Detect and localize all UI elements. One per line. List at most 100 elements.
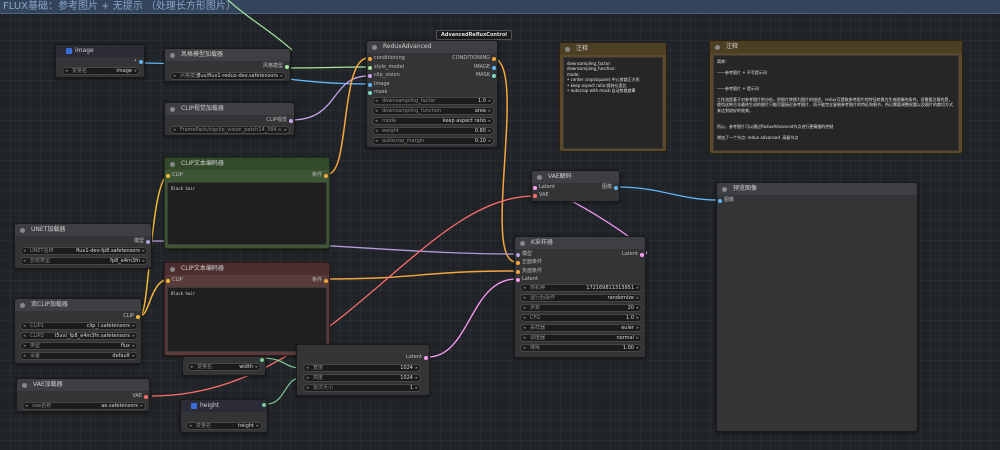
redux-input-style-model[interactable]: style_model (367, 64, 404, 71)
note-node-description[interactable]: 注释 简称： ——参考图片 + 不写提示词 ——参考图片 + 提示词 工作流是基… (709, 40, 963, 154)
vae-decode-input-vae[interactable]: VAE (532, 192, 549, 199)
clip-neg-output-conditioning[interactable]: 条件 (312, 277, 329, 284)
collapse-dot-icon[interactable] (372, 45, 377, 50)
latent-batch-widget[interactable]: ◂ 批次大小 1 ▸ (303, 384, 421, 392)
vae-output-slot[interactable]: VAE (132, 393, 149, 400)
ksampler-output-latent[interactable]: Latent (622, 251, 645, 258)
unet-header[interactable]: UNET加载器 (15, 224, 151, 236)
image-output-slot[interactable]: • (134, 58, 144, 65)
collapse-dot-icon[interactable] (170, 107, 175, 112)
ksampler-input-positive[interactable]: 正面条件 (515, 259, 542, 266)
redux-widget-downsampling-factor[interactable]: ◂ downsampling_factor 1.0 ▸ (372, 97, 494, 105)
clip-neg-input-clip[interactable]: CLIP (165, 277, 183, 284)
dualclip-type-widget[interactable]: ◂ 类型 flux ▸ (20, 342, 138, 350)
node-canvas[interactable]: FLUX基础：参考图片 + 无提示 （处理长方形图片） image • ◂ 变量… (0, 0, 1000, 450)
collapse-dot-icon[interactable] (170, 53, 175, 58)
clip-text-encode-negative-node[interactable]: CLIP文本编码器 CLIP 条件 Black hair (164, 262, 330, 356)
note2-textarea[interactable]: 简称： ——参考图片 + 不写提示词 ——参考图片 + 提示词 工作流是基于对参… (713, 55, 959, 151)
redux-widget-autocrop-margin[interactable]: ◂ autocrop_margin 0.10 ▸ (372, 137, 494, 145)
redux-input-image[interactable]: image (367, 81, 390, 88)
unet-dtype-widget[interactable]: ◂ 剪枝类型 fp8_e4m3fn ▸ (20, 257, 148, 265)
collapse-dot-icon[interactable] (20, 228, 25, 233)
unet-loader-node[interactable]: UNET加载器 模型 ◂ UNET名称 flux1-dev-fp8.safetens… (14, 223, 152, 269)
unet-output-model[interactable]: 模型 (134, 238, 151, 245)
latent-width-widget[interactable]: ◂ 宽度 1024 ▸ (303, 364, 421, 372)
style-loader-header[interactable]: 风格模型加载器 (165, 49, 290, 61)
note-node-modes[interactable]: 注释 downsampling_factor: downsampling_fun… (559, 42, 667, 152)
dualclip-clip2-widget[interactable]: ◂ CLIP2 t5xxl_fp8_e4m3fn.safetensors ▸ (20, 332, 138, 340)
redux-input-mask[interactable]: mask (367, 89, 387, 96)
width-variable-widget[interactable]: ◂ 变量名 width ▸ (187, 363, 261, 371)
collapse-dot-icon[interactable] (170, 162, 175, 167)
style-model-widget[interactable]: ◂ 风格模型 flux/flux1-redux-dev.safetensors … (170, 72, 286, 80)
redux-output-mask[interactable]: MASK (476, 72, 497, 79)
redux-widget-downsampling-function[interactable]: ◂ downsampling_function area ▸ (372, 107, 494, 115)
preview-header[interactable]: 预览图像 (717, 183, 917, 195)
height-node-header[interactable]: height (181, 400, 267, 412)
vae-decode-input-latent[interactable]: Latent (532, 184, 555, 191)
collapse-dot-icon[interactable] (722, 187, 727, 192)
redux-header[interactable]: ReduxAdvanced (367, 41, 497, 53)
ksampler-input-negative[interactable]: 负面条件 (515, 268, 542, 275)
redux-input-clip-vision[interactable]: clip_vision (367, 72, 400, 79)
dualclip-device-widget[interactable]: ◂ 设备 default ▸ (20, 352, 138, 360)
collapse-dot-icon[interactable] (20, 303, 25, 308)
latent-height-widget[interactable]: ◂ 高度 1024 ▸ (303, 374, 421, 382)
clip-text-encode-positive-node[interactable]: CLIP文本编码器 CLIP 条件 Black hair (164, 157, 330, 249)
dual-clip-loader-node[interactable]: 双CLIP加载器 CLIP ◂ CLIP1 clip_l.safetensors ▸ … (14, 298, 142, 364)
image-node-header[interactable]: image (56, 45, 144, 57)
clipvision-model-widget[interactable]: ◂ FramePack/sigclip_vision_patch14_384.s… (170, 126, 290, 134)
ksampler-input-latent[interactable]: Latent (515, 276, 538, 283)
image-get-node[interactable]: image • ◂ 变量名 image ▸ (55, 44, 145, 78)
ksampler-header[interactable]: K采样器 (515, 237, 645, 249)
dualclip-clip1-widget[interactable]: ◂ CLIP1 clip_l.safetensors ▸ (20, 322, 138, 330)
ksampler-node[interactable]: K采样器 模型 正面条件 负面条件 Latent Latent ◂ 随机种 1721… (514, 236, 646, 358)
redux-advanced-node[interactable]: ReduxAdvanced conditioning style_model c… (366, 40, 498, 148)
clip-neg-header[interactable]: CLIP文本编码器 (165, 263, 329, 275)
clip-pos-prompt-textarea[interactable]: Black hair (167, 182, 327, 245)
collapse-dot-icon[interactable] (715, 45, 720, 50)
redux-output-image[interactable]: IMAGE (474, 64, 497, 71)
dualclip-output-clip[interactable]: CLIP (123, 313, 141, 320)
ksampler-scheduler-widget[interactable]: ◂ 调度器 normal ▸ (520, 334, 642, 342)
style-model-loader-node[interactable]: 风格模型加载器 风格模型 ◂ 风格模型 flux/flux1-redux-dev… (164, 48, 291, 82)
redux-widget-weight[interactable]: ◂ weight 0.80 ▸ (372, 127, 494, 135)
vae-name-widget[interactable]: ◂ vae名称 ae.safetensors ▸ (22, 402, 146, 410)
redux-widget-mode[interactable]: ◂ mode keep aspect ratio ▸ (372, 117, 494, 125)
height-variable-widget[interactable]: ◂ 变量名 height ▸ (186, 422, 262, 430)
vae-decode-output-image[interactable]: 图像 (602, 184, 619, 191)
redux-output-conditioning[interactable]: CONDITIONING (452, 55, 497, 62)
note2-header[interactable]: 注释 (710, 41, 962, 53)
ksampler-steps-widget[interactable]: ◂ 步数 20 ▸ (520, 304, 642, 312)
ksampler-control-widget[interactable]: ◂ 运行后操作 randomize ▸ (520, 294, 642, 302)
width-get-node[interactable]: ◂ 变量名 width ▸ (182, 356, 266, 376)
clipvision-header[interactable]: CLIP视觉加载器 (165, 103, 294, 115)
clip-pos-header[interactable]: CLIP文本编码器 (165, 158, 329, 170)
dualclip-header[interactable]: 双CLIP加载器 (15, 299, 141, 311)
ksampler-input-model[interactable]: 模型 (515, 251, 532, 258)
clip-pos-output-conditioning[interactable]: 条件 (312, 172, 329, 179)
height-get-node[interactable]: height ◂ 变量名 height ▸ (180, 399, 268, 433)
unet-name-widget[interactable]: ◂ UNET名称 flux1-dev-fp8.safetensors ▸ (20, 247, 148, 255)
ksampler-seed-widget[interactable]: ◂ 随机种 172169811313951 ▸ (520, 284, 642, 292)
vae-decode-node[interactable]: VAE解码 Latent VAE 图像 (531, 170, 620, 202)
redux-input-conditioning[interactable]: conditioning (367, 55, 405, 62)
collapse-dot-icon[interactable] (170, 267, 175, 272)
preview-input-image[interactable]: 图像 (717, 197, 734, 204)
clip-neg-prompt-textarea[interactable]: Black hair (167, 287, 327, 352)
style-output-slot[interactable]: 风格模型 (263, 63, 290, 70)
empty-latent-node[interactable]: Latent ◂ 宽度 1024 ▸ ◂ 高度 1024 ▸ ◂ 批次大小 1 ▸ (296, 344, 430, 396)
preview-image-node[interactable]: 预览图像 图像 (716, 182, 918, 432)
collapse-dot-icon[interactable] (537, 175, 542, 180)
note1-textarea[interactable]: downsampling_factor: downsampling_functi… (563, 57, 663, 149)
group-title[interactable]: FLUX基础：参考图片 + 无提示 （处理长方形图片） (0, 0, 1000, 14)
note1-header[interactable]: 注释 (560, 43, 666, 55)
vae-loader-header[interactable]: VAE加载器 (17, 379, 149, 391)
collapse-dot-icon[interactable] (565, 47, 570, 52)
clip-vision-loader-node[interactable]: CLIP视觉加载器 CLIP视觉 ◂ FramePack/sigclip_vis… (164, 102, 295, 136)
ksampler-sampler-widget[interactable]: ◂ 采样器 euler ▸ (520, 324, 642, 332)
latent-output-slot[interactable]: Latent (406, 354, 429, 361)
vae-loader-node[interactable]: VAE加载器 VAE ◂ vae名称 ae.safetensors ▸ (16, 378, 150, 412)
collapse-dot-icon[interactable] (22, 383, 27, 388)
ksampler-denoise-widget[interactable]: ◂ 降噪 1.00 ▸ (520, 344, 642, 352)
